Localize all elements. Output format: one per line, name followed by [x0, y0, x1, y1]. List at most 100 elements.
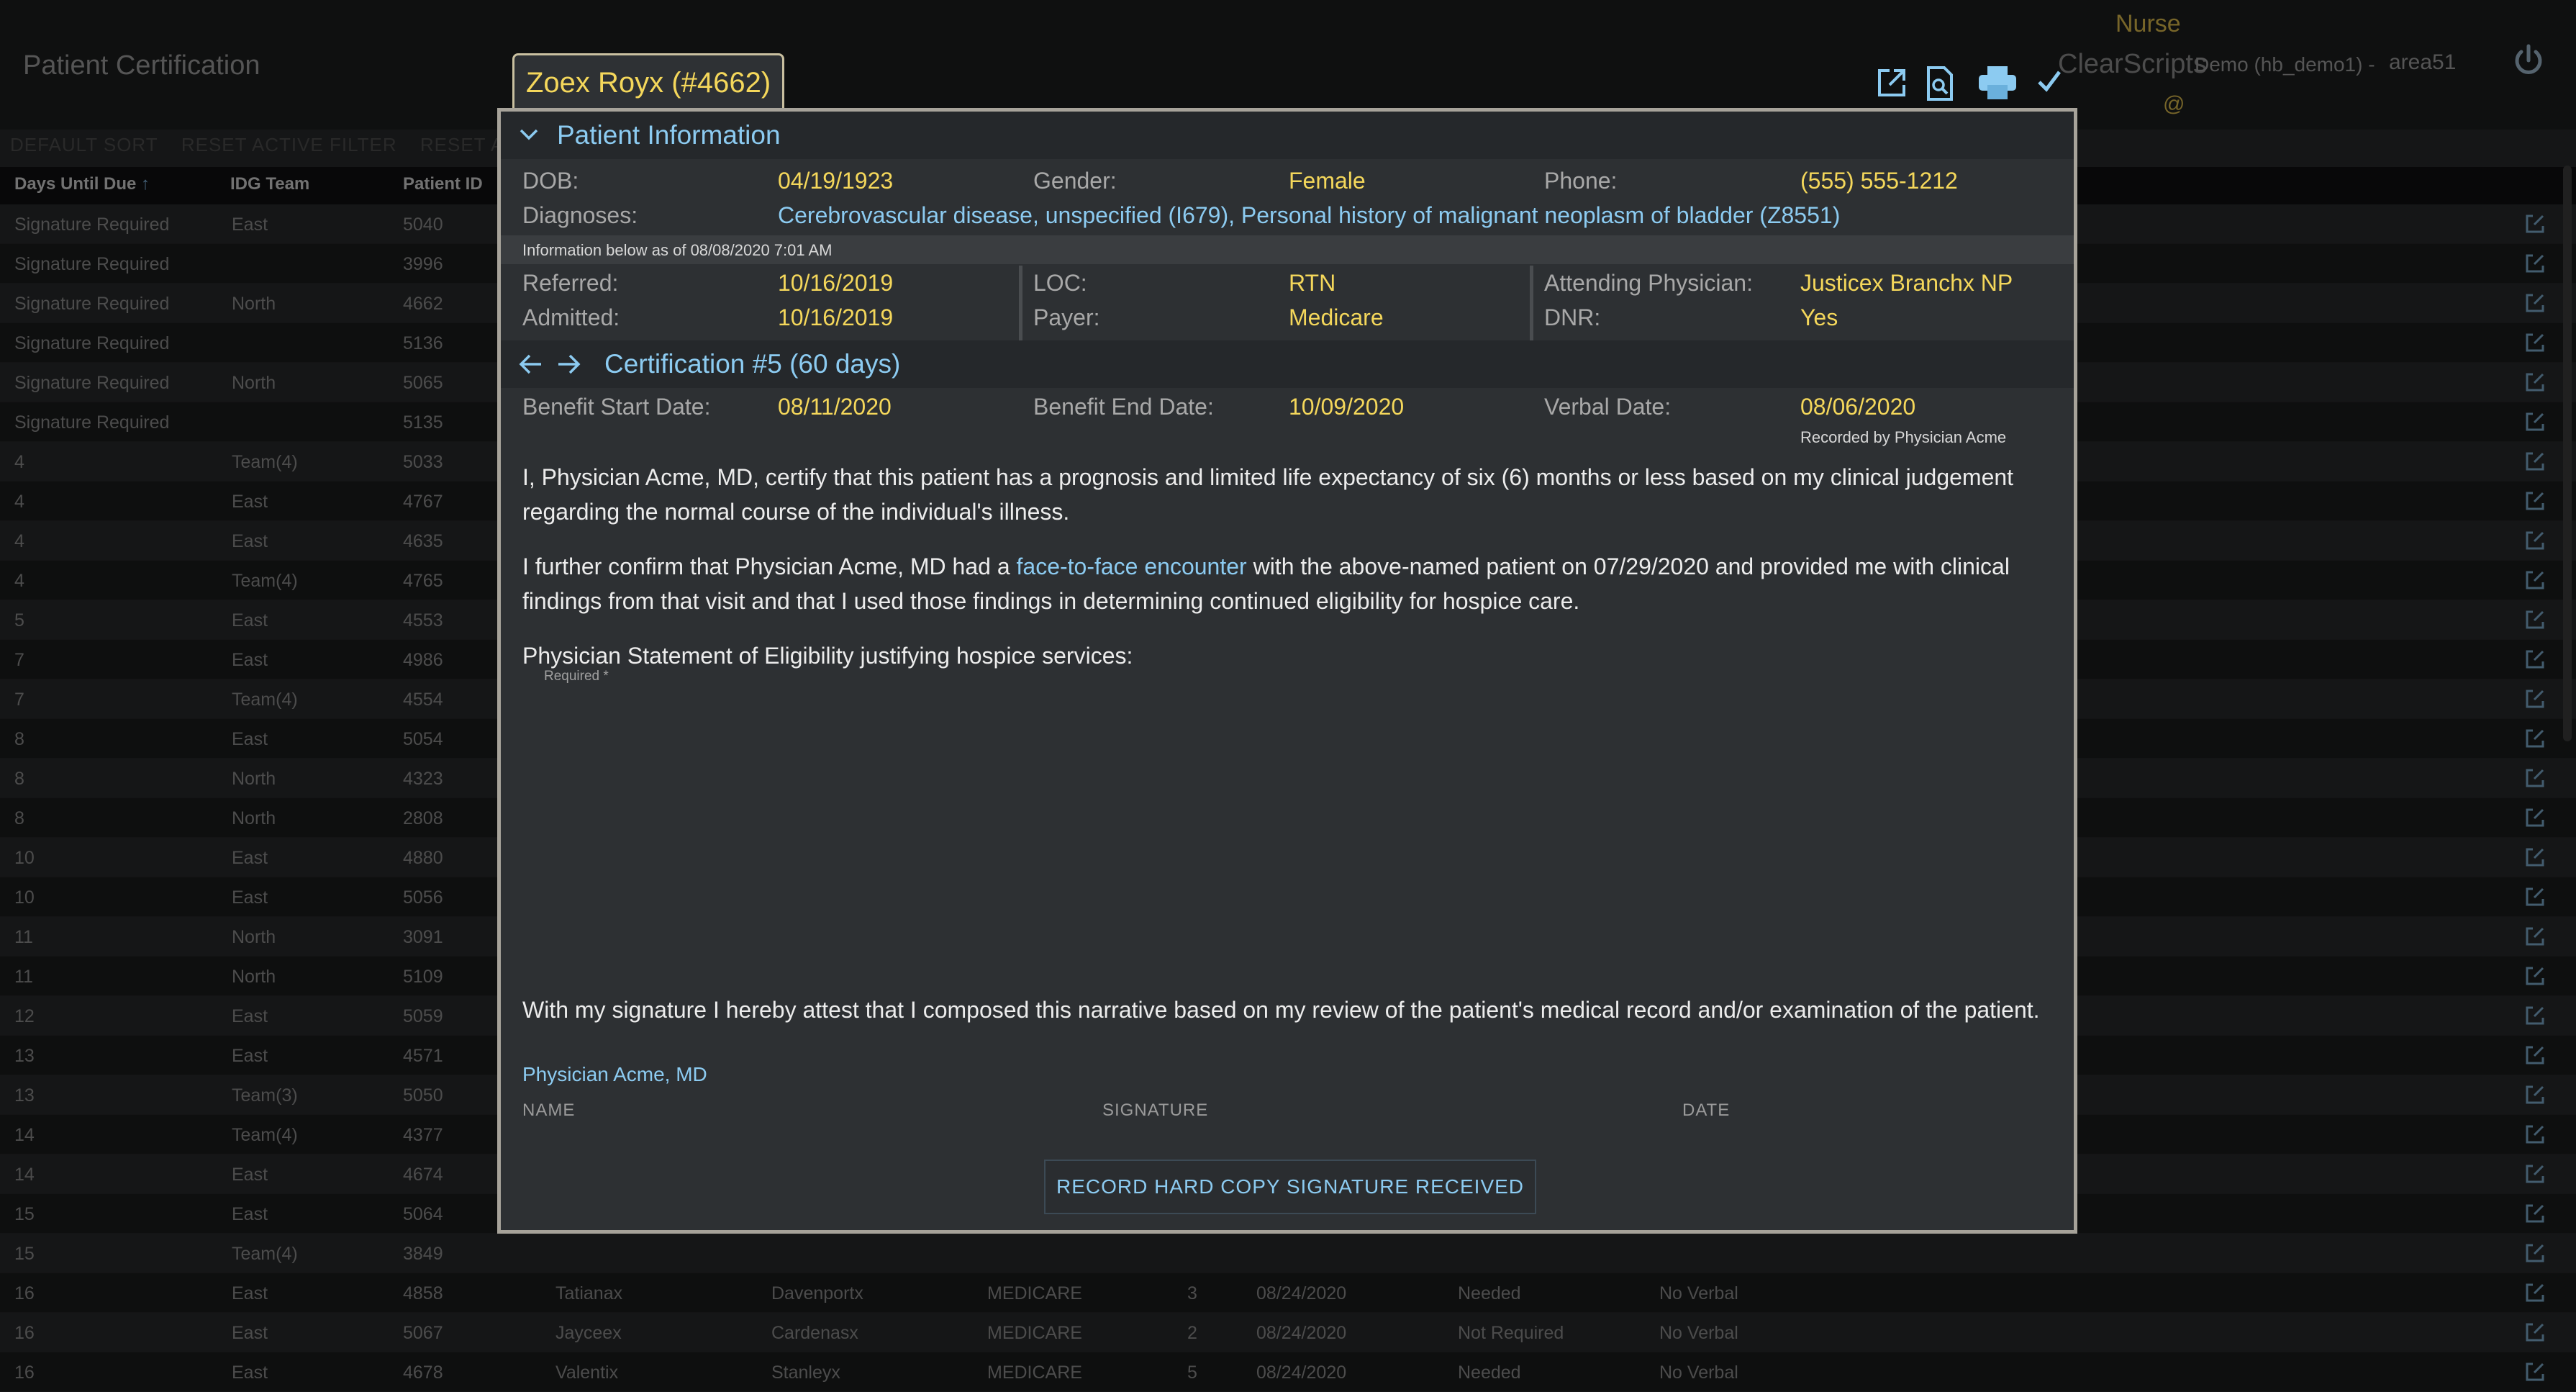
edit-icon[interactable] — [2524, 253, 2546, 274]
patient-info-header[interactable]: Patient Information — [501, 112, 2074, 159]
table-cell: East — [232, 531, 268, 551]
record-hard-copy-signature-button[interactable]: RECORD HARD COPY SIGNATURE RECEIVED — [1044, 1160, 1536, 1214]
document-search-icon[interactable] — [1926, 66, 1954, 101]
table-cell: Needed — [1458, 1362, 1521, 1383]
edit-icon[interactable] — [2524, 1084, 2546, 1106]
table-cell: 11 — [14, 967, 33, 987]
print-icon[interactable] — [1979, 66, 2016, 99]
edit-icon[interactable] — [2524, 1005, 2546, 1026]
arrow-right-icon[interactable] — [557, 353, 581, 375]
table-cell: North — [232, 769, 276, 789]
edit-icon[interactable] — [2524, 728, 2546, 749]
table-cell: 5135 — [403, 412, 443, 433]
edit-icon[interactable] — [2524, 807, 2546, 828]
table-row[interactable]: 16 East 4858 Tatianax Davenportx MEDICARE 3 08/… — [0, 1273, 2576, 1313]
patient-info-title: Patient Information — [557, 120, 781, 150]
edit-icon[interactable] — [2524, 292, 2546, 314]
table-cell: East — [232, 848, 268, 868]
edit-icon[interactable] — [2524, 451, 2546, 472]
face-to-face-statement: I further confirm that Physician Acme, M… — [522, 553, 2010, 614]
table-cell: 15 — [14, 1204, 35, 1224]
table-cell: Signature Required — [14, 294, 170, 314]
edit-icon[interactable] — [2524, 411, 2546, 433]
table-cell: North — [232, 927, 276, 947]
table-cell: 5065 — [403, 373, 443, 393]
physician-name: Physician Acme, MD — [522, 1063, 707, 1085]
edit-icon[interactable] — [2524, 213, 2546, 235]
edit-icon[interactable] — [2524, 1361, 2546, 1383]
verbal-recorded-by: Recorded by Physician Acme — [1800, 428, 2007, 446]
table-cell: 10 — [14, 887, 35, 908]
table-cell: 4767 — [403, 492, 443, 512]
table-cell: East — [232, 1165, 268, 1185]
dnr-label: DNR: — [1544, 304, 1601, 330]
table-cell: Stanleyx — [771, 1362, 840, 1383]
edit-icon[interactable] — [2524, 609, 2546, 631]
edit-icon[interactable] — [2524, 767, 2546, 789]
edit-icon[interactable] — [2524, 926, 2546, 947]
table-cell: 3849 — [403, 1244, 443, 1264]
benefit-start-label: Benefit Start Date: — [522, 394, 711, 420]
edit-icon[interactable] — [2524, 490, 2546, 512]
payer-value: Medicare — [1289, 304, 1384, 330]
table-cell: MEDICARE — [987, 1362, 1082, 1383]
table-cell: 13 — [14, 1046, 35, 1066]
table-cell: Signature Required — [14, 373, 170, 393]
reset-active-filter-button[interactable]: RESET ACTIVE FILTER — [181, 134, 397, 155]
column-patient-id[interactable]: Patient ID — [403, 174, 483, 194]
edit-icon[interactable] — [2524, 1242, 2546, 1264]
table-cell: Not Required — [1458, 1323, 1564, 1343]
edit-icon[interactable] — [2524, 332, 2546, 353]
chevron-down-icon — [520, 129, 538, 140]
table-cell: North — [232, 373, 276, 393]
certify-statement: I, Physician Acme, MD, certify that this… — [522, 464, 2014, 525]
benefit-end-label: Benefit End Date: — [1033, 394, 1214, 420]
table-cell: 3 — [1187, 1283, 1197, 1303]
diagnoses-label: Diagnoses: — [522, 202, 638, 228]
edit-icon[interactable] — [2524, 688, 2546, 710]
table-cell: Team(3) — [232, 1085, 298, 1106]
modal-title: Zoex Royx (#4662) — [512, 53, 785, 110]
edit-icon[interactable] — [2524, 846, 2546, 868]
column-idg-team[interactable]: IDG Team — [230, 174, 309, 194]
info-as-of-bar: Information below as of 08/08/2020 7:01 … — [501, 235, 2074, 264]
edit-icon[interactable] — [2524, 1124, 2546, 1145]
edit-icon[interactable] — [2524, 648, 2546, 670]
power-icon[interactable] — [2510, 42, 2547, 79]
table-cell: No Verbal — [1659, 1283, 1738, 1303]
arrow-left-icon[interactable] — [518, 353, 543, 375]
edit-icon[interactable] — [2524, 1044, 2546, 1066]
table-cell: 12 — [14, 1006, 35, 1026]
edit-icon[interactable] — [2524, 886, 2546, 908]
page-title: Patient Certification — [23, 50, 260, 81]
face-to-face-link[interactable]: face-to-face encounter — [1017, 553, 1247, 579]
edit-icon[interactable] — [2524, 1163, 2546, 1185]
edit-icon[interactable] — [2524, 371, 2546, 393]
table-cell: 5040 — [403, 214, 443, 235]
edit-icon[interactable] — [2524, 1203, 2546, 1224]
column-days-until-due[interactable]: Days Until Due ↑ — [14, 174, 150, 194]
edit-icon[interactable] — [2524, 1282, 2546, 1303]
edit-icon[interactable] — [2524, 1321, 2546, 1343]
scrollbar[interactable] — [2563, 166, 2572, 741]
divider — [1019, 266, 1022, 340]
table-cell: 5064 — [403, 1204, 443, 1224]
attending-label: Attending Physician: — [1544, 270, 1753, 296]
open-external-icon[interactable] — [1875, 66, 1908, 99]
table-row[interactable]: 16 East 5067 Jayceex Cardenasx MEDICARE 2 08/24… — [0, 1313, 2576, 1352]
edit-icon[interactable] — [2524, 530, 2546, 551]
table-cell: Signature Required — [14, 333, 170, 353]
table-cell: 4 — [14, 571, 24, 591]
table-row[interactable]: 15 Team(4) 3849 — [0, 1234, 2576, 1273]
edit-icon[interactable] — [2524, 965, 2546, 987]
table-cell: East — [232, 214, 268, 235]
table-cell: 7 — [14, 650, 24, 670]
edit-icon[interactable] — [2524, 569, 2546, 591]
table-row[interactable]: 16 East 4678 Valentix Stanleyx MEDICARE 5 08/24… — [0, 1352, 2576, 1392]
info-as-of: Information below as of 08/08/2020 7:01 … — [522, 241, 833, 259]
table-cell: 4 — [14, 492, 24, 512]
table-cell: MEDICARE — [987, 1323, 1082, 1343]
check-icon[interactable] — [2036, 66, 2062, 95]
admitted-value: 10/16/2019 — [778, 304, 894, 330]
default-sort-button[interactable]: DEFAULT SORT — [10, 134, 158, 155]
